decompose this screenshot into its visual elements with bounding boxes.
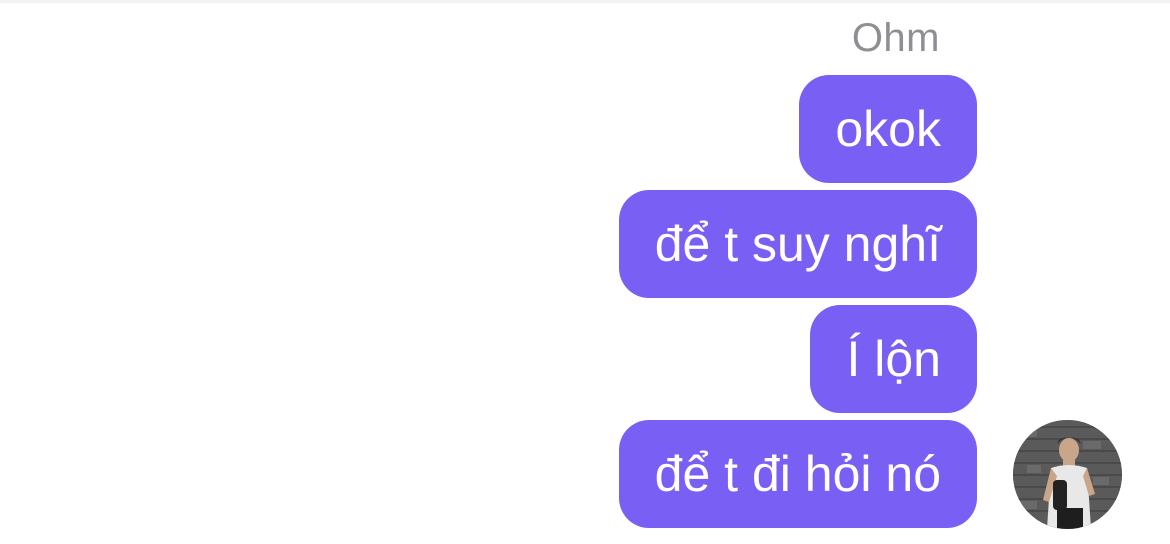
chat-thread: Ohm okok để t suy nghĩ Í lộn để t đi hỏi…	[0, 0, 1170, 544]
message-bubble[interactable]: okok	[799, 75, 977, 183]
message-bubble[interactable]: để t suy nghĩ	[618, 190, 977, 298]
message-bubble[interactable]: để t đi hỏi nó	[618, 420, 977, 528]
sender-name: Ohm	[851, 16, 940, 60]
user-photo-avatar-icon	[1013, 420, 1122, 529]
message-bubble[interactable]: Í lộn	[810, 305, 977, 413]
avatar[interactable]	[1013, 420, 1122, 529]
divider	[0, 0, 1170, 3]
